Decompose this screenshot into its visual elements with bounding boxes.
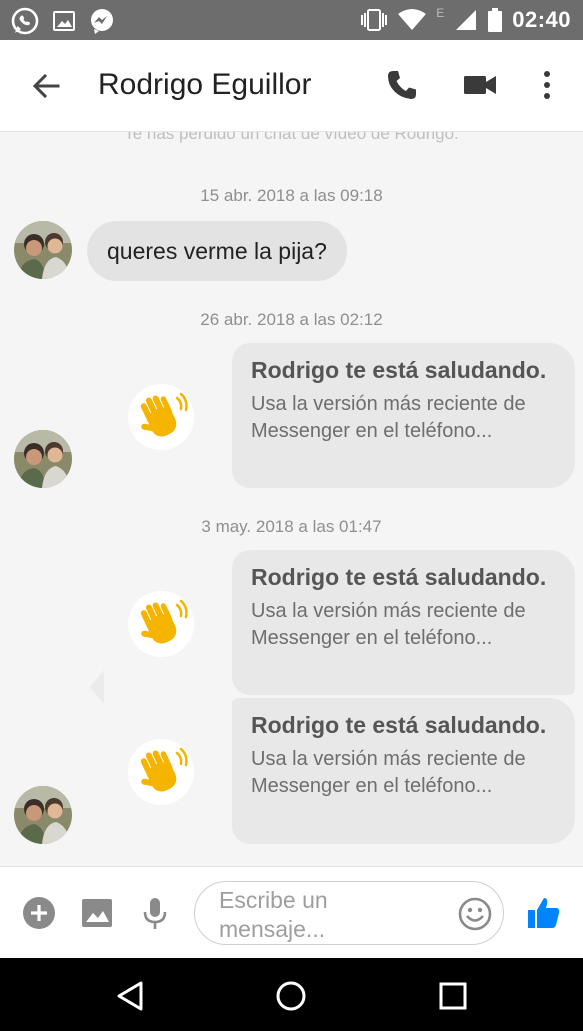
messenger-notification-icon [91, 9, 113, 34]
wave-message-card[interactable]: Rodrigo te está saludando. Usa la versió… [232, 550, 575, 695]
recents-square-icon[interactable] [437, 980, 469, 1012]
message-input[interactable]: Escribe un mensaje... [194, 881, 504, 945]
avatar[interactable] [14, 221, 72, 279]
avatar[interactable] [14, 786, 72, 844]
waving-hand-icon[interactable] [128, 384, 194, 450]
system-nav-bar [0, 958, 583, 1031]
emoji-icon[interactable] [457, 896, 493, 932]
back-triangle-icon[interactable] [115, 980, 147, 1012]
home-circle-icon[interactable] [275, 980, 307, 1012]
avatar[interactable] [14, 430, 72, 488]
timestamp: 3 may. 2018 a las 01:47 [201, 517, 382, 536]
battery-icon [488, 8, 503, 32]
timestamp: 15 abr. 2018 a las 09:18 [200, 186, 383, 205]
wave-message-card[interactable]: Rodrigo te está saludando. Usa la versió… [232, 343, 575, 488]
gallery-icon [53, 11, 75, 31]
message-bubble[interactable]: queres verme la pija? [87, 221, 347, 281]
wave-message-card[interactable]: Rodrigo te está saludando. Usa la versió… [232, 698, 575, 844]
network-type-label: E [436, 6, 445, 20]
bubble-tail-shape [90, 670, 104, 704]
waving-hand-icon[interactable] [128, 591, 194, 657]
vibrate-icon [361, 9, 388, 31]
status-bar: E 02:40 [0, 0, 583, 40]
phone-icon[interactable] [384, 67, 420, 103]
thumbs-up-icon[interactable] [526, 895, 562, 931]
conversation-header: Rodrigo Eguillor [0, 40, 583, 132]
card-title: Rodrigo te está saludando. [251, 564, 547, 590]
more-vert-icon[interactable] [529, 67, 565, 103]
timestamp: 26 abr. 2018 a las 02:12 [200, 310, 383, 329]
card-body: Usa la versión más reciente de Messenger… [251, 748, 526, 797]
image-icon[interactable] [79, 895, 115, 931]
card-body: Usa la versión más reciente de Messenger… [251, 393, 526, 442]
microphone-icon[interactable] [137, 895, 173, 931]
card-title: Rodrigo te está saludando. [251, 357, 547, 383]
wifi-icon [398, 9, 427, 30]
card-title: Rodrigo te está saludando. [251, 712, 547, 738]
message-list[interactable]: Te has perdido un chat de vídeo de Rodri… [0, 132, 583, 866]
message-composer: Escribe un mensaje... [0, 866, 583, 958]
signal-icon [456, 10, 477, 30]
missed-video-notice: Te has perdido un chat de vídeo de Rodri… [124, 132, 459, 143]
status-time: 02:40 [512, 7, 571, 32]
add-icon[interactable] [21, 895, 57, 931]
video-camera-icon[interactable] [462, 67, 498, 103]
whatsapp-icon [11, 7, 39, 35]
card-body: Usa la versión más reciente de Messenger… [251, 600, 526, 649]
waving-hand-icon[interactable] [128, 739, 194, 805]
message-input-placeholder: Escribe un mensaje... [219, 887, 328, 942]
back-arrow-icon[interactable] [28, 68, 64, 104]
contact-name[interactable]: Rodrigo Eguillor [98, 68, 311, 102]
